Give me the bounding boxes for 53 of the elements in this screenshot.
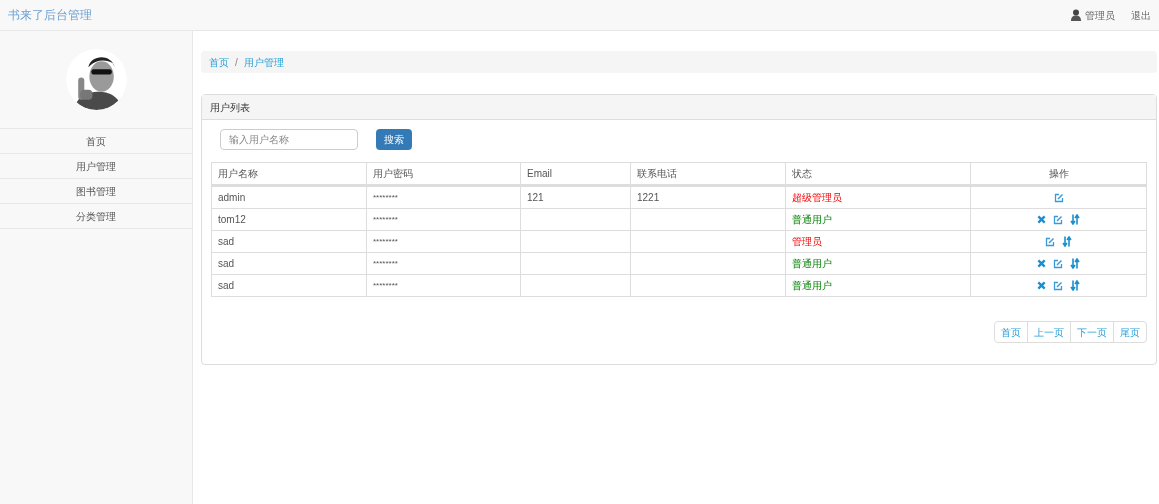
table-cell-text: admin [218, 191, 246, 205]
breadcrumb-link[interactable]: 首页 [209, 54, 229, 70]
user-icon [1071, 9, 1081, 21]
breadcrumb-separator: / [235, 55, 238, 70]
breadcrumb-link[interactable]: 用户管理 [243, 54, 284, 70]
column-header: 用户名称 [212, 163, 367, 184]
close-icon[interactable] [1037, 215, 1046, 224]
logout-link[interactable]: 退出 [1131, 7, 1151, 23]
sidebar-item[interactable]: 图书管理 [0, 179, 192, 204]
status-text: 超级管理员 [792, 191, 842, 205]
table-cell: ******** [373, 257, 398, 270]
status-text: 普通用户 [792, 213, 832, 227]
sort-icon[interactable] [1070, 214, 1080, 225]
sidebar-item[interactable]: 分类管理 [0, 204, 192, 229]
brand-title[interactable]: 书来了后台管理 [8, 6, 92, 24]
edit-icon[interactable] [1053, 192, 1064, 203]
column-header: 操作 [1047, 167, 1070, 181]
page-link[interactable]: 尾页 [1113, 322, 1146, 342]
sidebar-item[interactable]: 用户管理 [0, 154, 192, 179]
close-icon[interactable] [1037, 259, 1046, 268]
panel-heading: 用户列表 [202, 95, 1156, 120]
close-icon[interactable] [1037, 281, 1046, 290]
sort-icon[interactable] [1070, 280, 1080, 291]
column-header: 用户密码 [367, 163, 521, 184]
table-cell: ******** [373, 235, 398, 248]
status-text: 普通用户 [792, 279, 832, 293]
table-cell-text: tom12 [218, 213, 246, 227]
user-name[interactable]: 管理员 [1085, 7, 1115, 23]
table-cell: ******** [373, 213, 398, 226]
column-header: 状态 [786, 163, 971, 184]
edit-icon[interactable] [1053, 214, 1063, 225]
search-button[interactable]: 搜索 [376, 129, 412, 150]
sort-icon[interactable] [1062, 236, 1072, 247]
table-cell-text: 121 [527, 191, 544, 205]
table-cell: ******** [373, 191, 398, 204]
status-text: 管理员 [792, 235, 822, 249]
edit-icon[interactable] [1045, 236, 1055, 247]
page-link[interactable]: 上一页 [1027, 322, 1070, 342]
page-link[interactable]: 首页 [995, 322, 1027, 342]
table-cell: ******** [373, 279, 398, 292]
search-field[interactable]: 输入用户名称 [220, 129, 358, 150]
table-cell-text: 1221 [637, 191, 660, 205]
edit-icon[interactable] [1053, 258, 1063, 269]
edit-icon[interactable] [1053, 280, 1063, 291]
table-cell-text: sad [218, 235, 235, 249]
table-cell-text: sad [218, 279, 235, 293]
column-header: 联系电话 [631, 163, 786, 184]
sort-icon[interactable] [1070, 258, 1080, 269]
sidebar-item[interactable]: 首页 [0, 129, 192, 154]
column-header: Email [521, 163, 631, 184]
status-text: 普通用户 [792, 257, 832, 271]
page-link[interactable]: 下一页 [1070, 322, 1113, 342]
table-cell-text: sad [218, 257, 235, 271]
